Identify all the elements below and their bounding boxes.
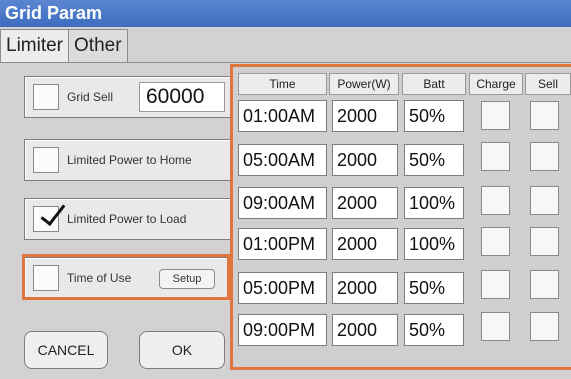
sell-checkbox[interactable] bbox=[530, 101, 559, 130]
col-header-sell: Sell bbox=[525, 73, 571, 95]
col-header-time: Time bbox=[238, 73, 327, 95]
sell-checkbox[interactable] bbox=[530, 142, 559, 171]
tab-bar: Limiter Other bbox=[0, 29, 128, 63]
window-title: Grid Param bbox=[0, 0, 571, 27]
power-cell[interactable]: 2000 bbox=[332, 187, 398, 219]
limited-power-home-label: Limited Power to Home bbox=[67, 153, 192, 167]
power-cell[interactable]: 2000 bbox=[332, 314, 398, 346]
power-cell[interactable]: 2000 bbox=[332, 272, 398, 304]
time-cell[interactable]: 09:00PM bbox=[238, 314, 327, 346]
tab-limiter[interactable]: Limiter bbox=[0, 29, 70, 63]
charge-checkbox[interactable] bbox=[481, 312, 510, 341]
sell-checkbox[interactable] bbox=[530, 186, 559, 215]
limited-power-home-checkbox[interactable] bbox=[33, 147, 59, 173]
batt-cell[interactable]: 100% bbox=[404, 228, 464, 260]
limited-power-load-label: Limited Power to Load bbox=[67, 212, 187, 226]
col-header-charge: Charge bbox=[469, 73, 523, 95]
cancel-button[interactable]: CANCEL bbox=[24, 331, 108, 369]
grid-sell-checkbox[interactable] bbox=[33, 84, 59, 110]
time-cell[interactable]: 05:00PM bbox=[238, 272, 327, 304]
limited-power-load-checkbox[interactable] bbox=[33, 206, 59, 232]
time-cell[interactable]: 01:00AM bbox=[238, 100, 327, 132]
charge-checkbox[interactable] bbox=[481, 142, 510, 171]
grid-sell-field[interactable]: 60000 bbox=[139, 82, 225, 112]
grid-sell-option: Grid Sell 60000 bbox=[24, 76, 232, 118]
charge-checkbox[interactable] bbox=[481, 227, 510, 256]
batt-cell[interactable]: 50% bbox=[404, 314, 464, 346]
setup-button[interactable]: Setup bbox=[159, 269, 215, 289]
time-of-use-option: Time of Use Setup bbox=[24, 257, 232, 299]
limited-power-load-option: Limited Power to Load bbox=[24, 198, 232, 240]
power-cell[interactable]: 2000 bbox=[332, 100, 398, 132]
batt-cell[interactable]: 50% bbox=[404, 272, 464, 304]
charge-checkbox[interactable] bbox=[481, 270, 510, 299]
charge-checkbox[interactable] bbox=[481, 101, 510, 130]
time-cell[interactable]: 05:00AM bbox=[238, 144, 327, 176]
grid-sell-label: Grid Sell bbox=[67, 90, 114, 104]
power-cell[interactable]: 2000 bbox=[332, 228, 398, 260]
limited-power-home-option: Limited Power to Home bbox=[24, 139, 232, 181]
sell-checkbox[interactable] bbox=[530, 270, 559, 299]
col-header-batt: Batt bbox=[402, 73, 466, 95]
sell-checkbox[interactable] bbox=[530, 227, 559, 256]
time-of-use-label: Time of Use bbox=[67, 271, 132, 285]
power-cell[interactable]: 2000 bbox=[332, 144, 398, 176]
ok-button[interactable]: OK bbox=[139, 331, 225, 369]
batt-cell[interactable]: 50% bbox=[404, 100, 464, 132]
time-cell[interactable]: 01:00PM bbox=[238, 228, 327, 260]
time-cell[interactable]: 09:00AM bbox=[238, 187, 327, 219]
batt-cell[interactable]: 100% bbox=[404, 187, 464, 219]
sell-checkbox[interactable] bbox=[530, 312, 559, 341]
tab-other[interactable]: Other bbox=[69, 29, 128, 63]
time-of-use-checkbox[interactable] bbox=[33, 265, 59, 291]
charge-checkbox[interactable] bbox=[481, 186, 510, 215]
col-header-power: Power(W) bbox=[329, 73, 399, 95]
tab-divider bbox=[0, 62, 571, 63]
batt-cell[interactable]: 50% bbox=[404, 144, 464, 176]
